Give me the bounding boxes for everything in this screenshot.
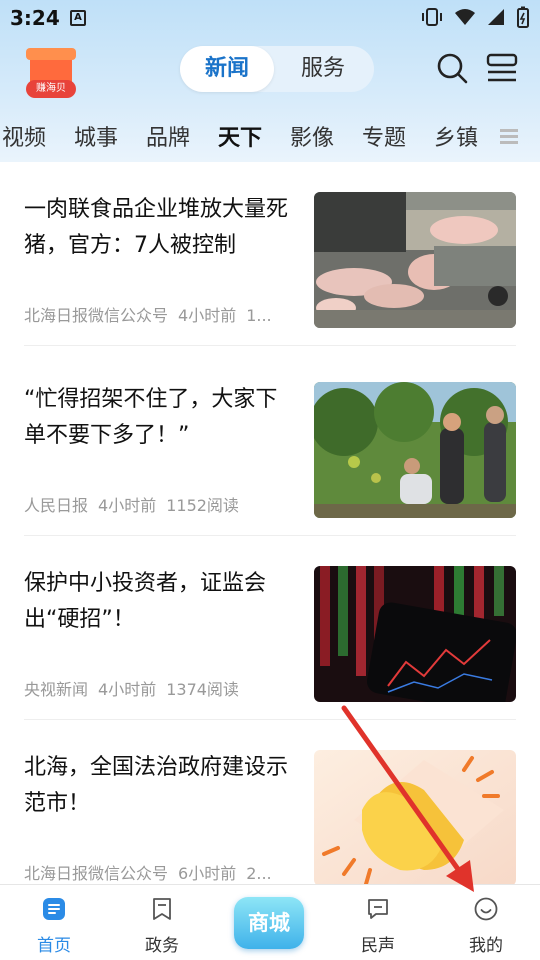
tab-mine-label: 我的 bbox=[469, 936, 503, 956]
channel-world[interactable]: 天下 bbox=[218, 120, 262, 152]
news-thumbnail[interactable] bbox=[314, 750, 516, 884]
news-time: 6小时前 bbox=[178, 864, 237, 883]
news-title[interactable]: 一肉联食品企业堆放大量死猪，官方：7人被控制 bbox=[24, 192, 296, 264]
channel-more-icon[interactable] bbox=[500, 128, 518, 144]
news-source: 北海日报微信公众号 bbox=[24, 306, 169, 325]
tab-news[interactable]: 新闻 bbox=[180, 46, 274, 92]
gift-lid bbox=[26, 48, 76, 60]
news-reads: 1152阅读 bbox=[166, 496, 239, 515]
news-feed: 一肉联食品企业堆放大量死猪，官方：7人被控制 北海日报微信公众号 4小时前 1...… bbox=[0, 162, 540, 884]
signal-icon bbox=[488, 9, 504, 25]
tab-mine[interactable]: 我的 bbox=[432, 885, 540, 960]
mall-button[interactable]: 商城 bbox=[234, 897, 304, 949]
status-icons bbox=[420, 6, 530, 28]
logo-label: 赚海贝 bbox=[26, 80, 76, 98]
tab-gov-label: 政务 bbox=[145, 936, 179, 956]
tab-voice[interactable]: 民声 bbox=[324, 885, 432, 960]
status-time: 3:24 bbox=[10, 6, 60, 30]
news-time: 4小时前 bbox=[98, 680, 157, 699]
news-meta: 北海日报微信公众号 6小时前 2... bbox=[24, 860, 296, 884]
news-item[interactable]: 一肉联食品企业堆放大量死猪，官方：7人被控制 北海日报微信公众号 4小时前 1... bbox=[0, 162, 540, 346]
tab-service[interactable]: 服务 bbox=[276, 46, 370, 92]
chat-icon bbox=[368, 899, 388, 919]
notification-badge: A bbox=[70, 10, 86, 26]
news-reads: 1... bbox=[246, 306, 272, 325]
news-thumbnail[interactable] bbox=[314, 382, 516, 518]
news-title[interactable]: 保护中小投资者，证监会出“硬招”！ bbox=[24, 566, 296, 638]
news-item[interactable]: 北海，全国法治政府建设示范市！ 北海日报微信公众号 6小时前 2... bbox=[0, 720, 540, 884]
news-source: 央视新闻 bbox=[24, 680, 89, 699]
bottom-tab-bar: 首页 政务 商城 民声 我的 bbox=[0, 884, 540, 960]
news-source: 人民日报 bbox=[24, 496, 89, 515]
smile-icon bbox=[474, 897, 498, 921]
bookmark-icon bbox=[153, 898, 171, 920]
earn-coins-logo[interactable]: 赚海贝 bbox=[22, 44, 78, 100]
channel-city[interactable]: 城事 bbox=[74, 120, 118, 152]
news-reads: 1374阅读 bbox=[166, 680, 239, 699]
news-item[interactable]: 保护中小投资者，证监会出“硬招”！ 央视新闻 4小时前 1374阅读 bbox=[0, 536, 540, 720]
news-reads: 2... bbox=[246, 864, 272, 883]
channel-special[interactable]: 专题 bbox=[362, 120, 406, 152]
channel-image[interactable]: 影像 bbox=[290, 120, 334, 152]
news-meta: 北海日报微信公众号 4小时前 1... bbox=[24, 302, 296, 326]
tab-home-label: 首页 bbox=[37, 936, 71, 956]
news-meta: 人民日报 4小时前 1152阅读 bbox=[24, 492, 296, 516]
status-bar: 3:24 A bbox=[0, 0, 540, 36]
news-thumbnail[interactable] bbox=[314, 566, 516, 702]
news-thumbnail[interactable] bbox=[314, 192, 516, 328]
wifi-icon bbox=[455, 9, 475, 25]
battery-icon bbox=[517, 6, 529, 28]
menu-icon[interactable] bbox=[484, 50, 520, 86]
channel-video[interactable]: 视频 bbox=[2, 120, 46, 152]
news-item[interactable]: “忙得招架不住了，大家下单不要下多了！” 人民日报 4小时前 1152阅读 bbox=[0, 352, 540, 536]
news-title[interactable]: 北海，全国法治政府建设示范市！ bbox=[24, 750, 296, 822]
tab-voice-label: 民声 bbox=[361, 936, 395, 956]
search-icon[interactable] bbox=[434, 50, 470, 86]
channel-town[interactable]: 乡镇 bbox=[434, 120, 478, 152]
divider bbox=[24, 345, 516, 346]
news-time: 4小时前 bbox=[98, 496, 157, 515]
top-nav: 赚海贝 新闻 服务 bbox=[0, 36, 540, 108]
news-meta: 央视新闻 4小时前 1374阅读 bbox=[24, 676, 296, 700]
channel-bar: 视频 城事 品牌 天下 影像 专题 乡镇 bbox=[0, 108, 540, 162]
channel-brand[interactable]: 品牌 bbox=[146, 120, 190, 152]
news-title[interactable]: “忙得招架不住了，大家下单不要下多了！” bbox=[24, 382, 296, 454]
news-time: 4小时前 bbox=[178, 306, 237, 325]
news-service-switch: 新闻 服务 bbox=[180, 46, 374, 92]
tab-home[interactable]: 首页 bbox=[0, 885, 108, 960]
vibrate-icon bbox=[422, 8, 442, 26]
tab-gov[interactable]: 政务 bbox=[108, 885, 216, 960]
home-icon bbox=[43, 898, 65, 920]
news-source: 北海日报微信公众号 bbox=[24, 864, 169, 883]
